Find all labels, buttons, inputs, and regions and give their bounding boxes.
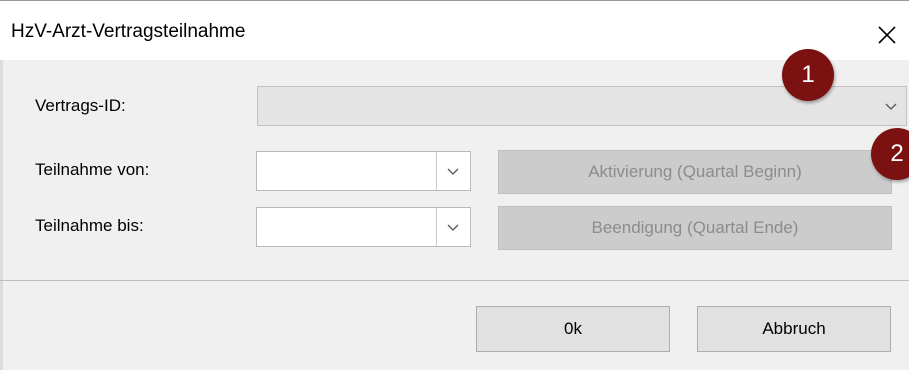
chevron-down-icon [447,224,459,231]
chevron-down-icon [447,168,459,175]
window-title: HzV-Arzt-Vertragsteilnahme [11,21,246,42]
aktivierung-button[interactable]: Aktivierung (Quartal Beginn) [498,150,892,194]
dialog-window: HzV-Arzt-Vertragsteilnahme Vertrags-ID: … [0,0,909,370]
close-icon [878,26,896,44]
annotation-marker-1: 1 [782,49,834,101]
teilnahme-von-dropdown-button[interactable] [436,152,470,190]
teilnahme-bis-dropdown-button[interactable] [436,208,470,246]
teilnahme-bis-date-picker[interactable] [256,207,471,247]
close-button[interactable] [866,14,906,54]
beendigung-button[interactable]: Beendigung (Quartal Ende) [498,206,892,250]
title-bar[interactable]: HzV-Arzt-Vertragsteilnahme [0,6,909,60]
abbruch-button[interactable]: Abbruch [697,306,891,352]
footer-separator [0,280,909,281]
chevron-down-icon [885,103,897,110]
vertrags-id-label: Vertrags-ID: [35,96,126,115]
teilnahme-von-label: Teilnahme von: [35,160,150,179]
ok-button[interactable]: 0k [476,306,670,352]
teilnahme-von-date-picker[interactable] [256,151,471,191]
teilnahme-bis-label: Teilnahme bis: [35,216,144,235]
